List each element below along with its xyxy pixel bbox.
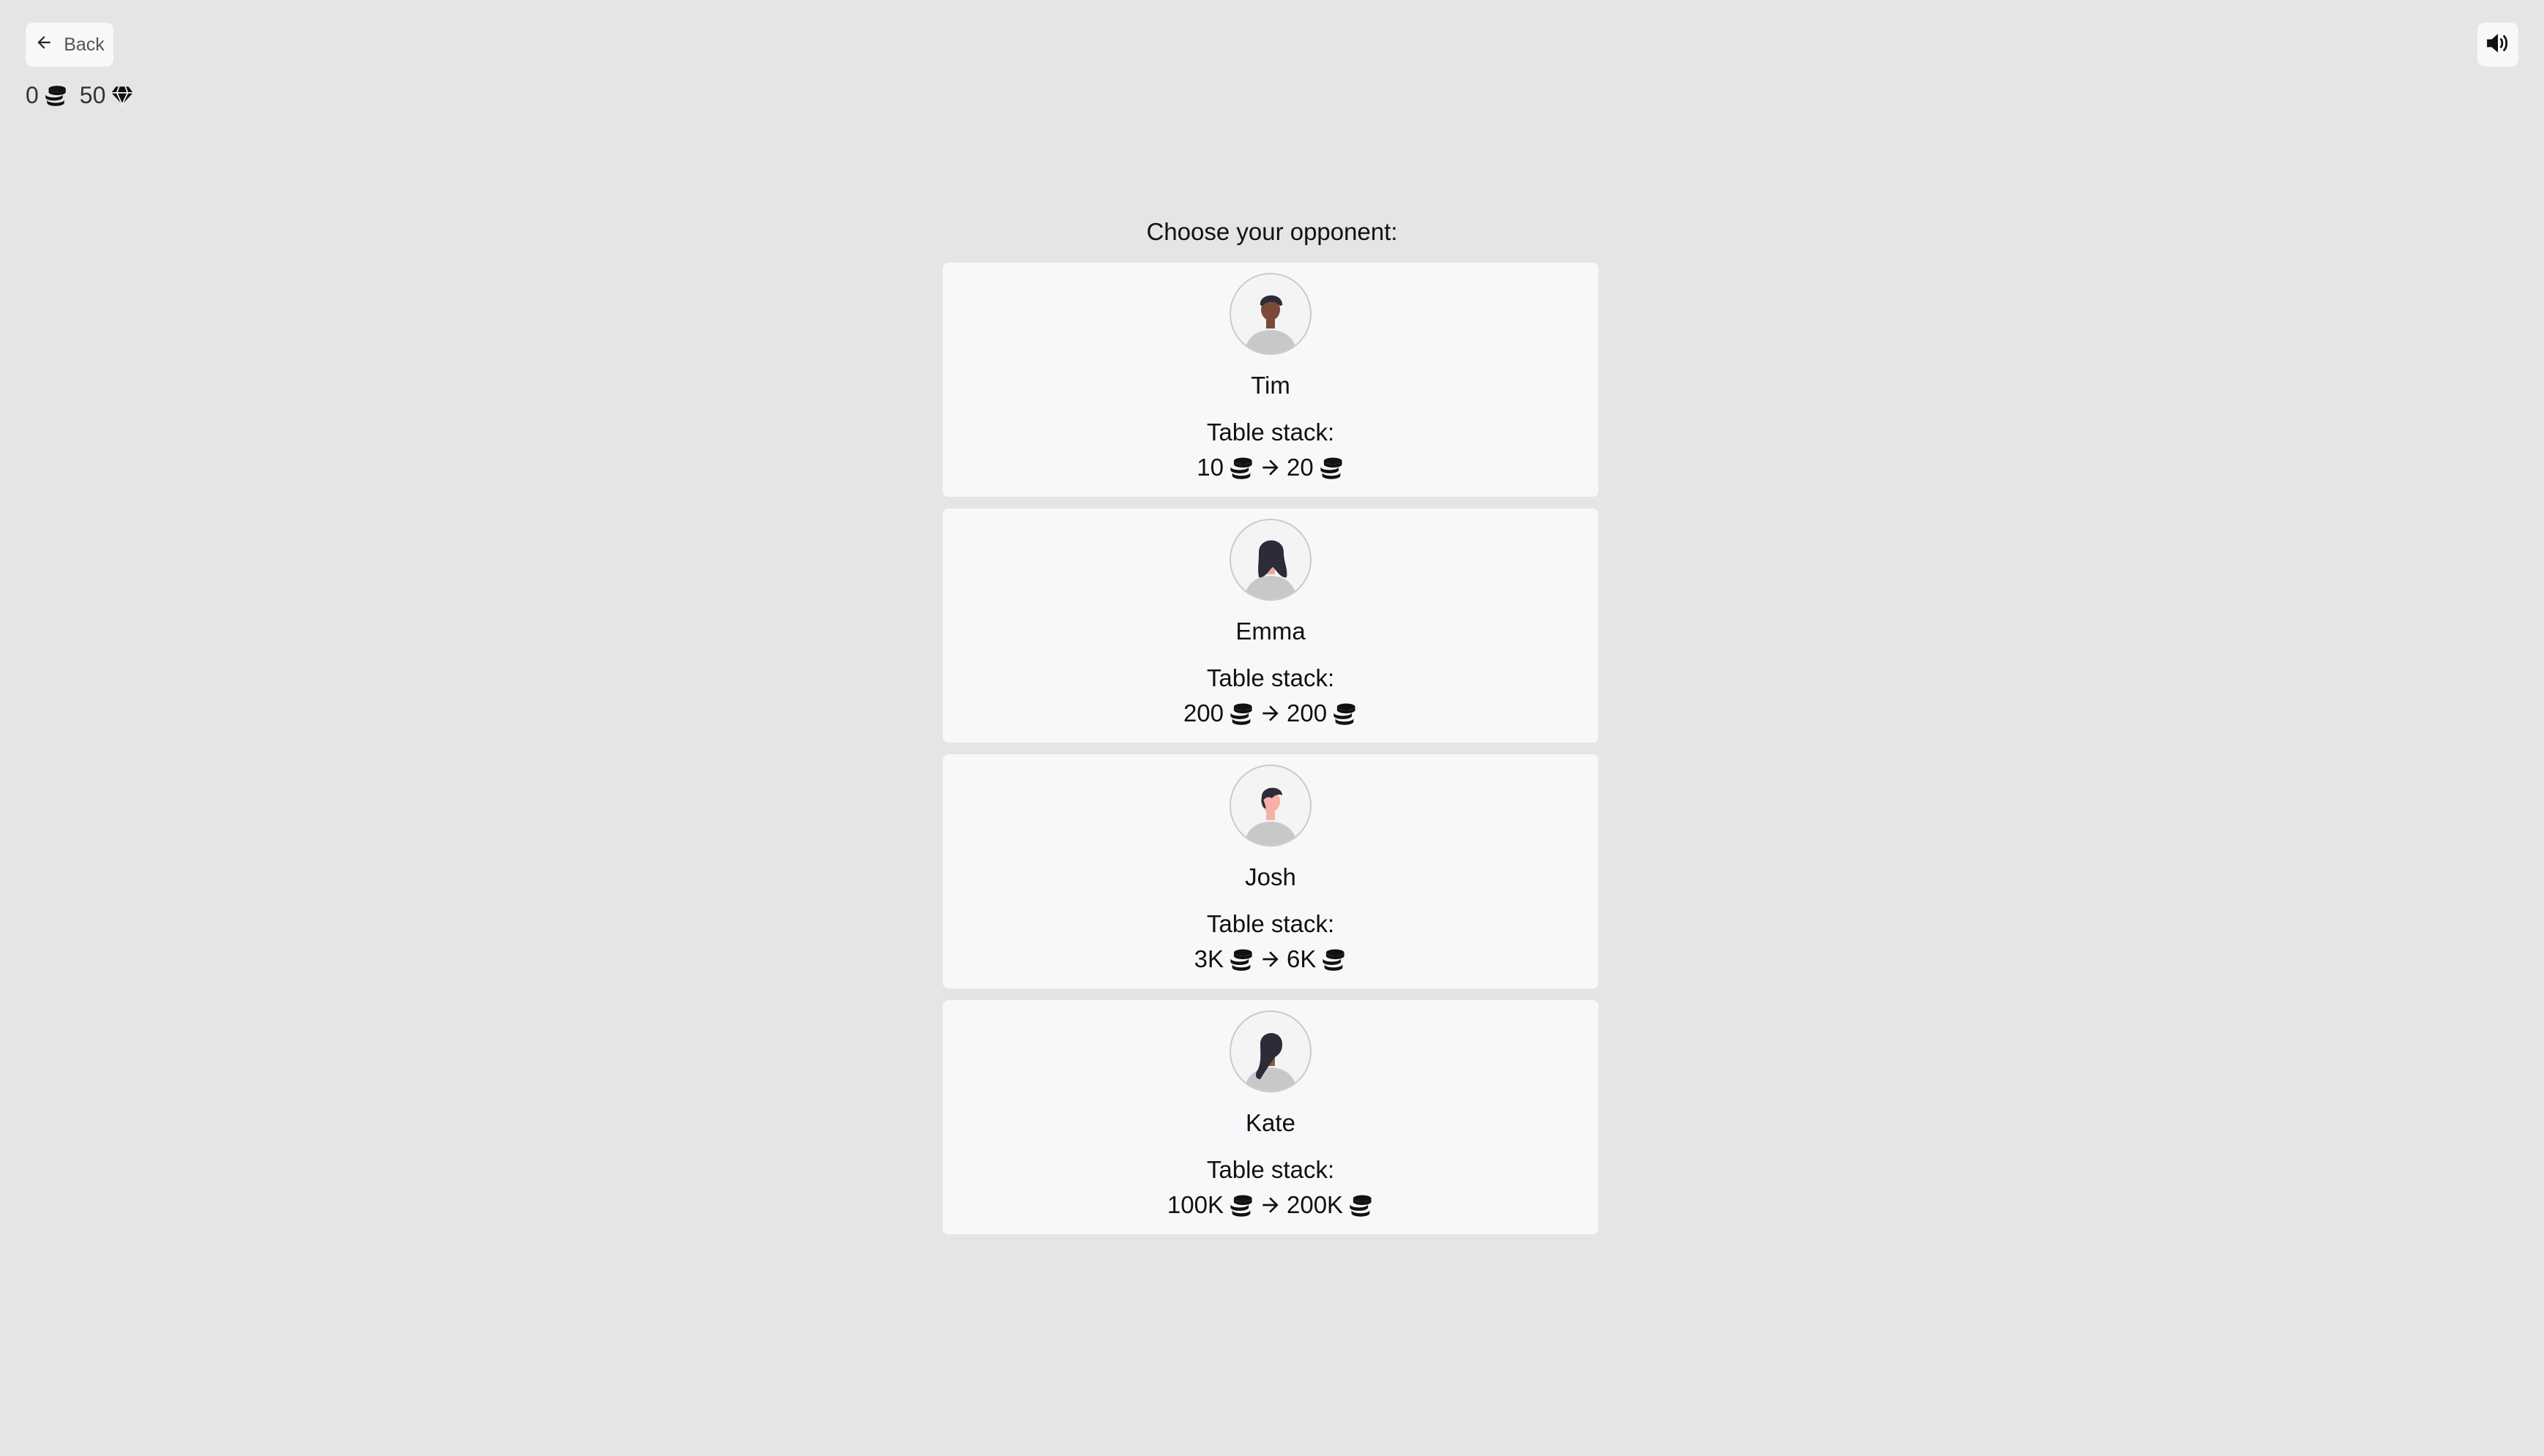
gem-balance: 50 [79,81,106,108]
volume-icon [2485,32,2510,58]
coins-icon [1320,946,1347,972]
page-title: Choose your opponent: [1146,218,1398,245]
arrow-left-icon [34,33,53,57]
stack-from: 200 [1183,699,1224,727]
opponent-name: Kate [1246,1109,1295,1136]
avatar [1230,765,1312,847]
opponent-card-kate[interactable]: Kate Table stack: 100K 200K [943,1000,1598,1234]
coins-icon [1331,700,1358,727]
table-stack-label: Table stack: [1206,910,1335,937]
opponent-card-tim[interactable]: Tim Table stack: 10 20 [943,263,1598,497]
stack-from: 10 [1197,454,1224,481]
opponent-name: Emma [1235,618,1306,645]
table-stack-label: Table stack: [1206,1156,1335,1183]
wallet: 0 50 [26,80,135,110]
coins-icon [1347,1192,1374,1218]
avatar [1230,273,1312,355]
table-stack-label: Table stack: [1206,419,1335,446]
arrow-right-icon [1259,702,1282,725]
stack-from: 100K [1167,1191,1224,1218]
coin-balance: 0 [26,81,39,108]
avatar [1230,519,1312,601]
table-stack-range: 3K 6K [1194,945,1347,974]
opponent-name: Josh [1245,863,1296,890]
coins-icon [1228,454,1254,481]
stack-to: 200 [1287,699,1328,727]
table-stack-range: 200 200 [1183,699,1358,728]
table-stack-label: Table stack: [1206,664,1335,691]
avatar [1230,1010,1312,1092]
arrow-right-icon [1259,947,1282,971]
stack-from: 3K [1194,945,1224,972]
coins-icon [1228,946,1254,972]
back-button[interactable]: Back [26,23,113,67]
opponent-name: Tim [1251,372,1290,399]
arrow-right-icon [1259,1193,1282,1217]
table-stack-range: 10 20 [1197,453,1344,482]
arrow-right-icon [1259,456,1282,479]
opponent-card-josh[interactable]: Josh Table stack: 3K 6K [943,754,1598,988]
opponent-list: Tim Table stack: 10 20 Emma Table stack: 200 20… [943,263,1598,1246]
sound-toggle-button[interactable] [2477,23,2518,67]
gem-icon [110,83,135,108]
coins-icon [43,83,68,108]
coins-icon [1228,1192,1254,1218]
stack-to: 20 [1287,454,1314,481]
back-label: Back [64,34,105,55]
coins-icon [1228,700,1254,727]
opponent-card-emma[interactable]: Emma Table stack: 200 200 [943,509,1598,743]
stack-to: 6K [1287,945,1317,972]
table-stack-range: 100K 200K [1167,1190,1374,1220]
stack-to: 200K [1287,1191,1344,1218]
coins-icon [1318,454,1344,481]
